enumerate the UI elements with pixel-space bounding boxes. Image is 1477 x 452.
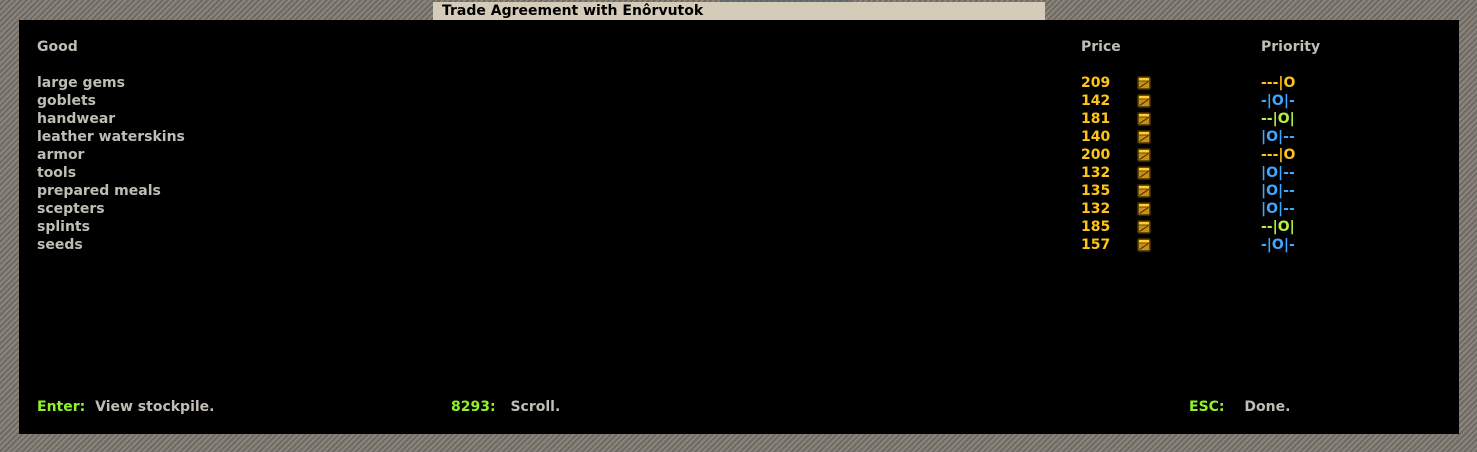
priority-indicator[interactable]: ---|O xyxy=(1261,146,1295,164)
coin-icon xyxy=(1136,129,1152,145)
priority-indicator[interactable]: |O|-- xyxy=(1261,164,1295,182)
scroll-key-label: 8293 xyxy=(451,399,490,415)
footer-scroll[interactable]: 8293: Scroll. xyxy=(451,398,560,416)
good-name: large gems xyxy=(37,75,125,91)
window-title: Trade Agreement with Enôrvutok xyxy=(433,2,1045,20)
goods-row[interactable]: handwear 181 --|O| xyxy=(19,110,1459,128)
goods-row[interactable]: scepters 132 |O|-- xyxy=(19,200,1459,218)
price-value: 185 xyxy=(1081,219,1111,235)
goods-row[interactable]: leather waterskins 140 |O|-- xyxy=(19,128,1459,146)
price-value: 132 xyxy=(1081,201,1111,217)
good-name: leather waterskins xyxy=(37,129,185,145)
coin-icon xyxy=(1136,183,1152,199)
coin-icon xyxy=(1136,201,1152,217)
price-value: 157 xyxy=(1081,237,1111,253)
price-value: 132 xyxy=(1081,165,1111,181)
footer-esc[interactable]: ESC: Done. xyxy=(1189,398,1290,416)
scroll-key-separator: : xyxy=(489,399,496,415)
priority-indicator[interactable]: --|O| xyxy=(1261,110,1295,128)
price-value: 135 xyxy=(1081,183,1111,199)
done-label: Done. xyxy=(1244,399,1291,415)
good-name: handwear xyxy=(37,111,116,127)
price-value: 142 xyxy=(1081,93,1111,109)
column-header-priority: Priority xyxy=(1261,39,1321,55)
priority-indicator[interactable]: -|O|- xyxy=(1261,236,1295,254)
footer-enter[interactable]: Enter: View stockpile. xyxy=(37,398,215,416)
price-value: 181 xyxy=(1081,111,1111,127)
good-name: scepters xyxy=(37,201,105,217)
goods-row[interactable]: large gems 209 ---|O xyxy=(19,74,1459,92)
good-name: goblets xyxy=(37,93,96,109)
coin-icon xyxy=(1136,93,1152,109)
priority-indicator[interactable]: -|O|- xyxy=(1261,92,1295,110)
coin-icon xyxy=(1136,75,1152,91)
good-name: seeds xyxy=(37,237,83,253)
goods-row[interactable]: prepared meals 135 |O|-- xyxy=(19,182,1459,200)
price-value: 209 xyxy=(1081,75,1111,91)
trade-agreement-panel: Good Price Priority large gems 209 ---|O go… xyxy=(19,20,1459,434)
good-name: tools xyxy=(37,165,77,181)
good-name: prepared meals xyxy=(37,183,161,199)
coin-icon xyxy=(1136,111,1152,127)
priority-indicator[interactable]: |O|-- xyxy=(1261,182,1295,200)
goods-row[interactable]: seeds 157 -|O|- xyxy=(19,236,1459,254)
esc-key-separator: : xyxy=(1218,399,1225,415)
price-value: 140 xyxy=(1081,129,1111,145)
coin-icon xyxy=(1136,219,1152,235)
priority-indicator[interactable]: |O|-- xyxy=(1261,200,1295,218)
price-value: 200 xyxy=(1081,147,1111,163)
column-header-price: Price xyxy=(1081,39,1121,55)
goods-row[interactable]: tools 132 |O|-- xyxy=(19,164,1459,182)
goods-row[interactable]: goblets 142 -|O|- xyxy=(19,92,1459,110)
esc-key-label: ESC xyxy=(1189,399,1219,415)
goods-row[interactable]: splints 185 --|O| xyxy=(19,218,1459,236)
priority-indicator[interactable]: --|O| xyxy=(1261,218,1295,236)
enter-key-label: Enter xyxy=(37,399,80,415)
enter-key-separator: : xyxy=(79,399,86,415)
priority-indicator[interactable]: ---|O xyxy=(1261,74,1295,92)
coin-icon xyxy=(1136,147,1152,163)
coin-icon xyxy=(1136,237,1152,253)
good-name: armor xyxy=(37,147,85,163)
goods-row[interactable]: armor 200 ---|O xyxy=(19,146,1459,164)
view-stockpile-label: View stockpile. xyxy=(95,399,215,415)
column-header-good: Good xyxy=(37,39,78,55)
good-name: splints xyxy=(37,219,90,235)
scroll-label: Scroll. xyxy=(510,399,561,415)
priority-indicator[interactable]: |O|-- xyxy=(1261,128,1295,146)
coin-icon xyxy=(1136,165,1152,181)
